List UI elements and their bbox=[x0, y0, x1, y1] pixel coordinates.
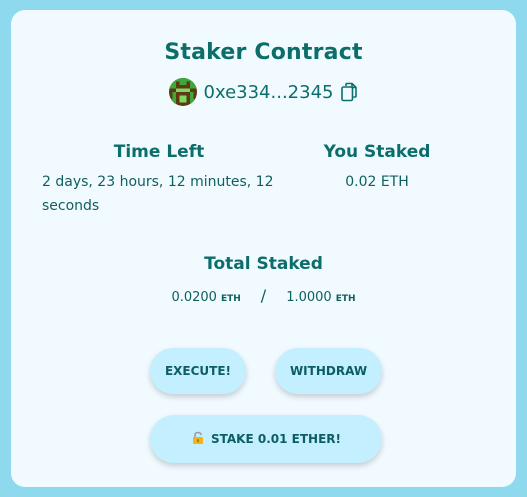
stake-button[interactable]: STAKE 0.01 ETHER! bbox=[150, 415, 382, 463]
stake-button-label: STAKE 0.01 ETHER! bbox=[211, 432, 341, 446]
address-row: 0xe334...2345 bbox=[11, 77, 516, 107]
staker-card: Staker Contract 0xe334...2345 Time Left … bbox=[11, 10, 516, 487]
time-left-label: Time Left bbox=[113, 142, 205, 162]
wallet-address[interactable]: 0xe334...2345 bbox=[204, 82, 334, 103]
you-staked-label: You Staked bbox=[323, 142, 431, 162]
total-staked-threshold: 1.0000 bbox=[286, 290, 332, 305]
page-title: Staker Contract bbox=[164, 40, 363, 65]
total-staked-current: 0.0200 bbox=[171, 290, 217, 305]
withdraw-button-label: WITHDRAW bbox=[289, 364, 368, 378]
total-staked-row: 0.0200 ETH / 1.0000 ETH bbox=[11, 286, 516, 305]
padlock-icon bbox=[191, 431, 205, 448]
total-staked-separator: / bbox=[260, 286, 267, 305]
blockie-avatar bbox=[168, 78, 197, 106]
copy-icon[interactable] bbox=[340, 82, 358, 102]
total-staked-threshold-unit: ETH bbox=[335, 294, 356, 304]
time-left-value: 2 days, 23 hours, 12 minutes, 12 seconds bbox=[42, 174, 274, 214]
execute-button-label: EXECUTE! bbox=[164, 364, 232, 378]
withdraw-button[interactable]: WITHDRAW bbox=[275, 348, 382, 394]
total-staked-label: Total Staked bbox=[204, 254, 323, 274]
total-staked-current-unit: ETH bbox=[220, 294, 241, 304]
execute-button[interactable]: EXECUTE! bbox=[150, 348, 246, 394]
you-staked-value: 0.02 ETH bbox=[345, 174, 409, 190]
